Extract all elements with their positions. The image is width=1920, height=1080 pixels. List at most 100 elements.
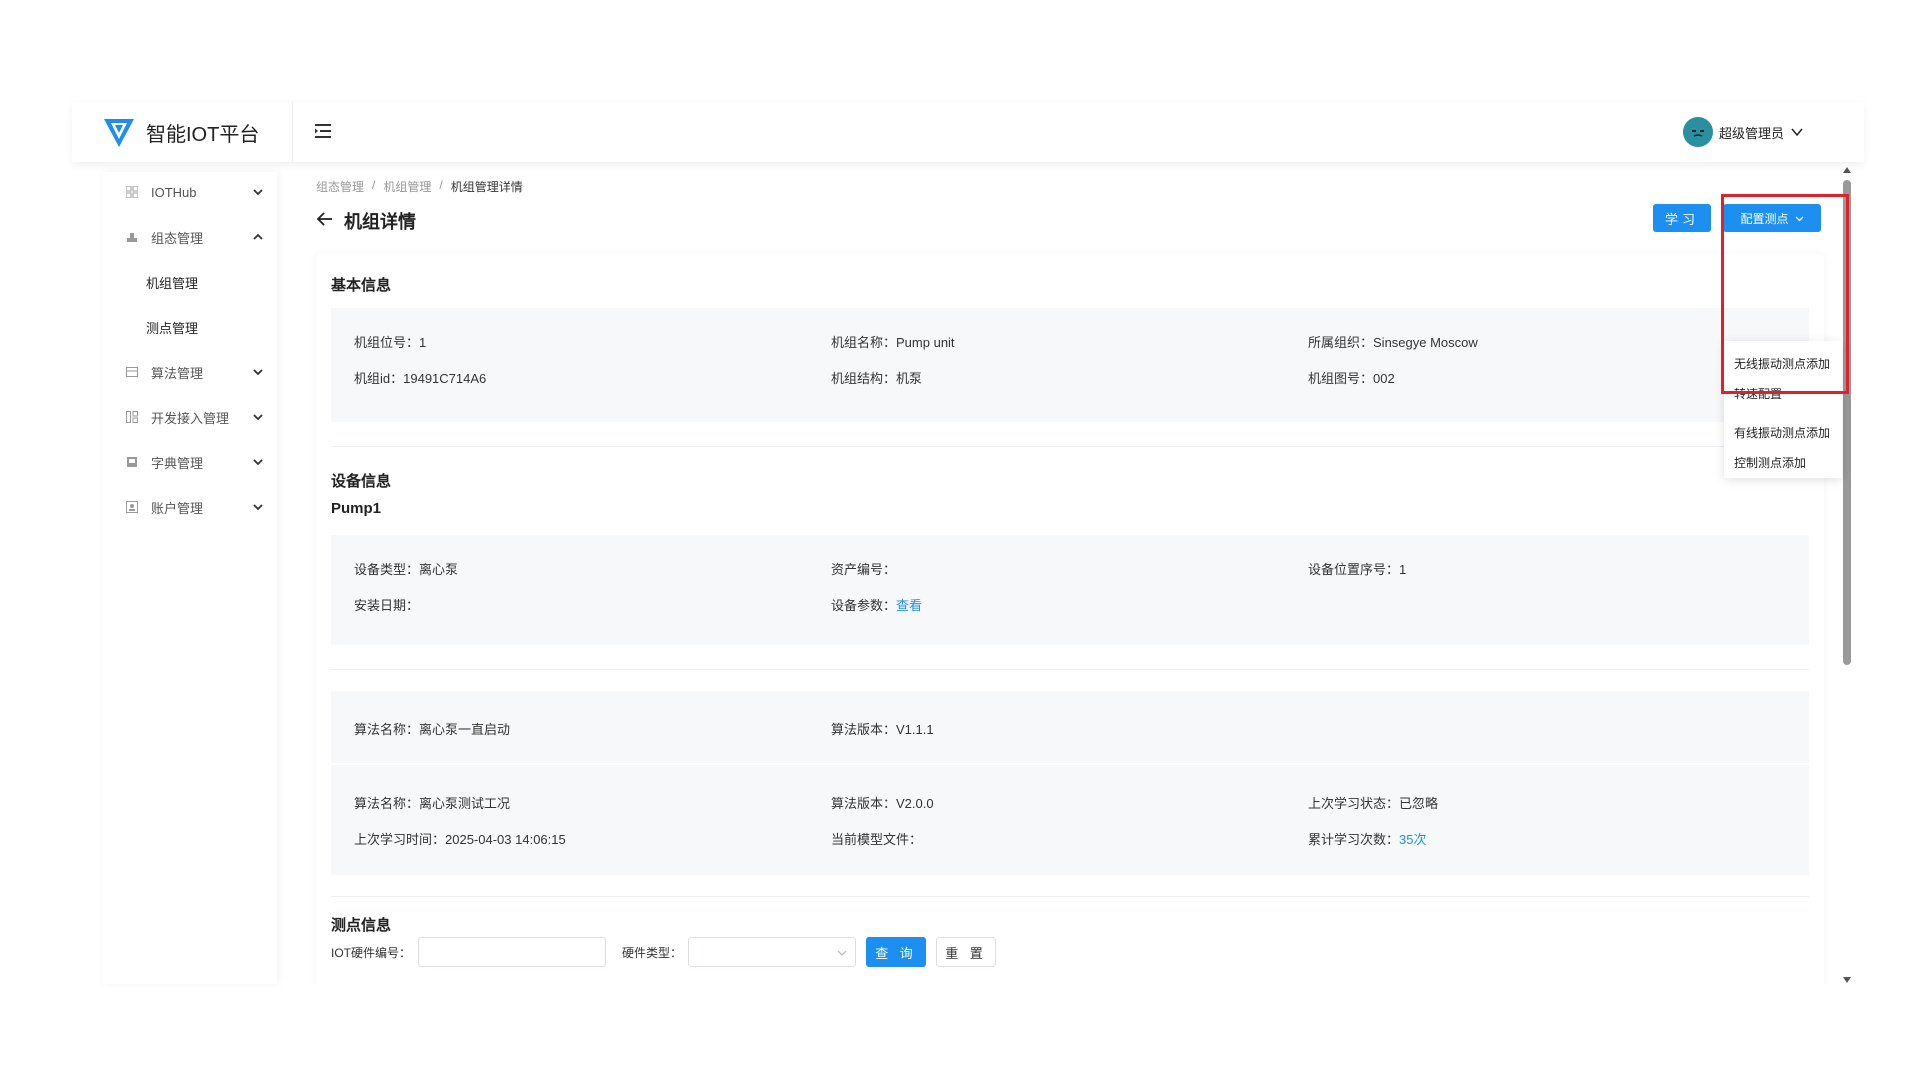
query-button[interactable]: 查 询: [866, 937, 926, 967]
field-key: 算法版本：: [831, 796, 897, 811]
device-name: Pump1: [331, 500, 382, 517]
user-name[interactable]: 超级管理员: [1719, 123, 1784, 142]
chevron-down-icon: [253, 189, 263, 196]
hw-type-label: 硬件类型：: [622, 946, 683, 960]
menu-item-speed-config[interactable]: 转速配置: [1734, 385, 1782, 402]
breadcrumb-separator: /: [372, 178, 376, 192]
field-install-date: 安装日期：: [354, 595, 419, 614]
view-params-link[interactable]: 查看: [896, 598, 922, 613]
dict-icon: [127, 457, 137, 467]
field-key: 设备类型：: [354, 562, 420, 577]
grid-icon: [126, 186, 138, 198]
field-unit-id: 机组id：19491C714A6: [354, 368, 486, 387]
hw-type-select[interactable]: [688, 937, 856, 967]
breadcrumb-item[interactable]: 组态管理: [316, 178, 364, 195]
learn-count-link[interactable]: 35次: [1399, 832, 1426, 847]
app-title: 智能IOT平台: [146, 124, 260, 146]
chevron-down-icon: [837, 950, 847, 956]
sidebar-item-label: 算法管理: [151, 365, 204, 381]
basic-info-panel: 机组位号：1 机组名称：Pump unit 所属组织：Sinsegye Mosc…: [331, 308, 1809, 422]
chevron-down-icon: [253, 459, 263, 466]
sidebar-subitem-unit[interactable]: 机组管理: [102, 262, 277, 302]
config-points-button[interactable]: 配置测点: [1723, 204, 1821, 232]
avatar[interactable]: [1682, 117, 1713, 147]
field-key: 安装日期：: [354, 598, 420, 613]
field-learn-status: 上次学习状态：已忽略: [1308, 793, 1438, 812]
breadcrumb-current: 机组管理详情: [450, 180, 523, 194]
sidebar-item-dev-access[interactable]: 开发接入管理: [102, 397, 277, 437]
field-organization: 所属组织：Sinsegye Moscow: [1308, 332, 1478, 351]
field-algo-version: 算法版本：V1.1.1: [831, 719, 934, 738]
sidebar-item-dictionary[interactable]: 字典管理: [102, 442, 277, 482]
field-key: 累计学习次数：: [1308, 832, 1400, 847]
logo-icon: [104, 119, 134, 147]
header-divider: [292, 102, 293, 162]
field-key: 算法名称：: [354, 722, 420, 737]
menu-fold-icon[interactable]: [312, 120, 334, 142]
reset-button[interactable]: 重 置: [936, 937, 996, 967]
menu-item-control-point[interactable]: 控制测点添加: [1734, 454, 1806, 471]
breadcrumb-item[interactable]: 机组管理: [383, 178, 431, 195]
breadcrumb: 组态管理 / 机组管理 / 机组管理详情: [316, 178, 523, 195]
detail-card: 基本信息 机组位号：1 机组名称：Pump unit 所属组织：Sinsegye…: [316, 254, 1824, 984]
field-value: 1: [1399, 562, 1407, 577]
field-key: 机组位号：: [354, 335, 420, 350]
field-key: 设备位置序号：: [1308, 562, 1400, 577]
field-unit-structure: 机组结构：机泵: [831, 368, 922, 387]
iot-hw-input[interactable]: [418, 937, 606, 967]
field-key: 上次学习状态：: [1308, 796, 1400, 811]
field-key: 算法版本：: [831, 722, 897, 737]
field-key: 机组名称：: [831, 335, 897, 350]
sidebar-item-label: IOTHub: [151, 184, 197, 200]
sidebar-item-label: 账户管理: [151, 500, 204, 516]
field-key: 设备参数：: [831, 598, 897, 613]
field-value: 离心泵测试工况: [419, 796, 511, 811]
field-value: 19491C714A6: [403, 371, 487, 386]
field-key: 机组结构：: [831, 371, 897, 386]
menu-item-wired-vibration[interactable]: 有线振动测点添加: [1734, 424, 1830, 441]
field-learn-time: 上次学习时间：2025-04-03 14:06:15: [354, 829, 566, 848]
avatar-face-icon: [1687, 122, 1708, 142]
field-value: 离心泵一直启动: [419, 722, 511, 737]
section-divider: [331, 896, 1809, 897]
user-menu[interactable]: 超级管理员: [1682, 116, 1804, 148]
device-info-panel: 设备类型：离心泵 资产编号： 设备位置序号：1 安装日期： 设备参数：查看: [331, 535, 1809, 645]
table-icon: [126, 367, 138, 377]
main-content: 组态管理 / 机组管理 / 机组管理详情 机组详情 学习 配置测点 基本信息 机…: [292, 172, 1837, 984]
sidebar-item-algorithm[interactable]: 算法管理: [102, 352, 277, 392]
sidebar-item-account[interactable]: 账户管理: [102, 487, 277, 527]
chevron-down-icon[interactable]: [1790, 125, 1804, 139]
field-unit-name: 机组名称：Pump unit: [831, 332, 955, 351]
field-key: 所属组织：: [1308, 335, 1374, 350]
sidebar: IOTHub 组态管理 机组管理 测点管理 算法管理 开发接入管理 字典管理 账…: [102, 172, 277, 984]
learn-button[interactable]: 学习: [1653, 204, 1711, 232]
scrollbar-thumb[interactable]: [1843, 180, 1851, 665]
back-arrow-icon[interactable]: [316, 210, 334, 228]
field-value: 1: [419, 335, 427, 350]
sidebar-item-label: 开发接入管理: [151, 410, 230, 426]
section-divider: [331, 669, 1809, 670]
field-key: 当前模型文件：: [831, 832, 923, 847]
field-value: 离心泵: [419, 562, 459, 577]
field-position-no: 设备位置序号：1: [1308, 559, 1406, 578]
sidebar-item-label: 字典管理: [151, 455, 204, 471]
field-value: 002: [1373, 371, 1395, 386]
config-points-label: 配置测点: [1740, 211, 1789, 226]
chevron-down-icon: [253, 504, 263, 511]
sidebar-item-config[interactable]: 组态管理: [102, 217, 277, 257]
account-icon: [126, 501, 138, 513]
sidebar-item-iothub[interactable]: IOTHub: [102, 172, 277, 212]
field-algo-version: 算法版本：V2.0.0: [831, 793, 934, 812]
field-algo-name: 算法名称：离心泵一直启动: [354, 719, 510, 738]
page-title: 机组详情: [344, 212, 416, 232]
field-value: V1.1.1: [896, 722, 934, 737]
menu-item-wireless-vibration[interactable]: 无线振动测点添加: [1734, 355, 1830, 372]
basic-info-title: 基本信息: [331, 277, 392, 294]
scroll-up-icon[interactable]: [1842, 166, 1852, 174]
device-info-title: 设备信息: [331, 473, 392, 490]
scroll-down-icon[interactable]: [1842, 976, 1852, 984]
sidebar-subitem-point[interactable]: 测点管理: [102, 307, 277, 347]
chevron-down-icon: [1795, 216, 1803, 221]
sidebar-subitem-label: 机组管理: [146, 275, 199, 291]
chart-icon: [127, 233, 137, 242]
